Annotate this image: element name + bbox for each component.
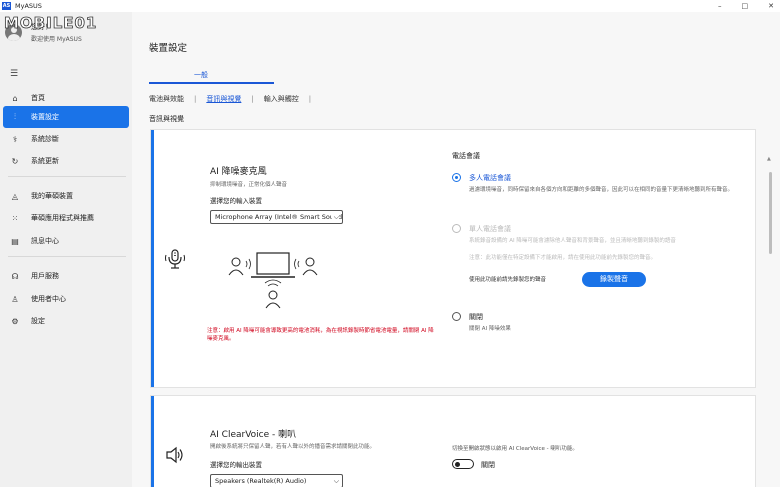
update-icon: ↻: [11, 156, 19, 166]
subtab-bar: 電池與效能 | 音訊與視覺 | 輸入與觸控 |: [149, 94, 312, 104]
chevron-down-icon: ⌵: [331, 475, 339, 487]
option-multi-desc: 過濾環境噪音，同時保留來自各個方向和距離的多個聲音，因此可以在相同的音量下更清晰…: [469, 187, 734, 193]
ai-noise-mic-card: AI 降噪麥克風 抑制環境噪音，正常化個人聲音 選擇您的輸入裝置 Microph…: [150, 129, 756, 388]
title-bar: AS MyASUS – □ ✕: [0, 0, 780, 12]
output-device-label: 選擇您的輸出裝置: [210, 461, 262, 469]
option-off-label: 關閉: [469, 313, 483, 321]
microphone-icon: [165, 249, 185, 269]
sidebar-item-label: 系統診斷: [31, 135, 59, 143]
scroll-up-icon[interactable]: ▲: [767, 156, 771, 162]
sidebar-item-support[interactable]: ☊ 用戶服務: [3, 265, 129, 287]
asus-logo-icon: AS: [2, 2, 11, 10]
sidebar-item-diagnosis[interactable]: ⚕ 系統診斷: [3, 128, 129, 150]
option-single-note: 注意：此功能僅在特定設備下才能啟用，請在使用此功能前先錄製您的聲音。: [469, 255, 657, 261]
sidebar-item-label: 華碩應用程式與推薦: [31, 214, 94, 222]
record-voice-button[interactable]: 錄製聲音: [582, 272, 646, 287]
sidebar-item-settings[interactable]: ⚙ 設定: [3, 310, 129, 332]
close-button[interactable]: ✕: [768, 0, 774, 12]
sidebar-item-label: 我的華碩裝置: [31, 192, 73, 200]
sidebar: 您好！ 歡迎使用 MyASUS MOBILE01 ☰ ⌂ 首頁 ⫶ 裝置設定 ⚕…: [0, 12, 132, 487]
output-device-select[interactable]: Speakers (Realtek(R) Audio) ⌵: [210, 474, 343, 487]
menu-icon[interactable]: ☰: [10, 69, 18, 79]
subtab-battery[interactable]: 電池與效能: [149, 94, 184, 104]
maximize-button[interactable]: □: [742, 0, 749, 12]
option-off-desc: 關閉 AI 降噪效果: [469, 326, 511, 332]
gear-icon: ⚙: [11, 316, 19, 326]
tab-general[interactable]: 一般: [194, 70, 208, 80]
sidebar-item-device-settings[interactable]: ⫶ 裝置設定: [3, 106, 129, 128]
conference-diagram: [228, 252, 318, 309]
window-title: MyASUS: [15, 2, 42, 10]
input-device-select[interactable]: Microphone Array (Intel® Smart Sound ⌵: [210, 210, 343, 224]
tab-underline: [149, 82, 274, 84]
toggle-state-label: 關閉: [481, 461, 495, 469]
headset-icon: ☊: [11, 271, 19, 281]
card-description: 抑制環境噪音，正常化個人聲音: [210, 182, 288, 188]
divider: [8, 256, 126, 257]
input-device-label: 選擇您的輸入裝置: [210, 197, 262, 205]
apps-icon: ⁙: [11, 213, 19, 223]
sidebar-item-label: 使用者中心: [31, 295, 66, 303]
chevron-down-icon: ⌵: [331, 211, 339, 223]
clearvoice-toggle[interactable]: [452, 459, 474, 469]
radio-multi-conference[interactable]: [452, 173, 461, 182]
sliders-icon: ⫶: [14, 112, 16, 121]
subtab-input[interactable]: 輸入與觸控: [264, 94, 299, 104]
sidebar-item-label: 訊息中心: [31, 237, 59, 245]
conference-group-title: 電話會議: [452, 152, 480, 160]
home-icon: ⌂: [12, 93, 18, 103]
sidebar-item-messages[interactable]: ▤ 訊息中心: [3, 230, 129, 252]
card-accent: [151, 130, 154, 387]
diagnosis-icon: ⚕: [12, 134, 18, 144]
window-controls: – □ ✕: [718, 0, 774, 12]
input-device-value: Microphone Array (Intel® Smart Sound: [215, 213, 343, 221]
sidebar-item-label: 首頁: [31, 94, 45, 102]
radio-off[interactable]: [452, 312, 461, 321]
option-single-label: 單人電話會議: [469, 225, 511, 233]
page-title: 裝置設定: [149, 43, 188, 54]
minimize-button[interactable]: –: [718, 0, 722, 12]
sidebar-item-label: 系統更新: [31, 157, 59, 165]
sidebar-item-label: 設定: [31, 317, 45, 325]
scrollbar-thumb[interactable]: [769, 172, 772, 254]
sidebar-item-user-center[interactable]: ♙ 使用者中心: [3, 288, 129, 310]
divider: [8, 176, 126, 177]
device-icon: ◬: [11, 191, 19, 201]
sidebar-item-label: 用戶服務: [31, 272, 59, 280]
option-multi-label: 多人電話會議: [469, 174, 511, 182]
person-icon: ♙: [11, 294, 19, 304]
card-title: AI ClearVoice - 喇叭: [210, 430, 297, 440]
main-content: 裝置設定 一般 電池與效能 | 音訊與視覺 | 輸入與觸控 | 音訊與視覺 AI…: [132, 12, 780, 487]
output-device-value: Speakers (Realtek(R) Audio): [215, 477, 307, 485]
user-welcome: 歡迎使用 MyASUS: [31, 36, 82, 43]
sidebar-item-my-devices[interactable]: ◬ 我的華碩裝置: [3, 185, 129, 207]
radio-single-conference[interactable]: [452, 224, 461, 233]
sidebar-item-apps[interactable]: ⁙ 華碩應用程式與推薦: [3, 207, 129, 229]
subtab-audio-visual[interactable]: 音訊與視覺: [206, 94, 241, 104]
card-title: AI 降噪麥克風: [210, 167, 267, 177]
speaker-icon: [166, 446, 183, 464]
option-single-desc: 系統錄音設備的 AI 降噪可能會濾除他人聲音和背景聲音，並且清晰地聽到錄製的語音: [469, 238, 676, 244]
card-description: 開啟後系統將只保留人聲，若有人聲以外的播音需求請關閉此功能。: [210, 444, 376, 450]
battery-warning: 注意：啟用 AI 降噪可能會導致更高的電池消耗，為在視訊錄製時節省電池電量，請關…: [207, 328, 434, 342]
card-accent: [151, 396, 154, 487]
message-icon: ▤: [11, 236, 19, 246]
watermark-logo: MOBILE01: [4, 14, 98, 33]
ai-clearvoice-speaker-card: AI ClearVoice - 喇叭 開啟後系統將只保留人聲，若有人聲以外的播音…: [150, 395, 756, 487]
sidebar-item-update[interactable]: ↻ 系統更新: [3, 150, 129, 172]
switch-hint: 切換至開啟狀態以啟用 AI ClearVoice - 喇叭功能。: [452, 446, 578, 452]
sidebar-item-label: 裝置設定: [31, 113, 59, 121]
section-label: 音訊與視覺: [149, 115, 184, 123]
